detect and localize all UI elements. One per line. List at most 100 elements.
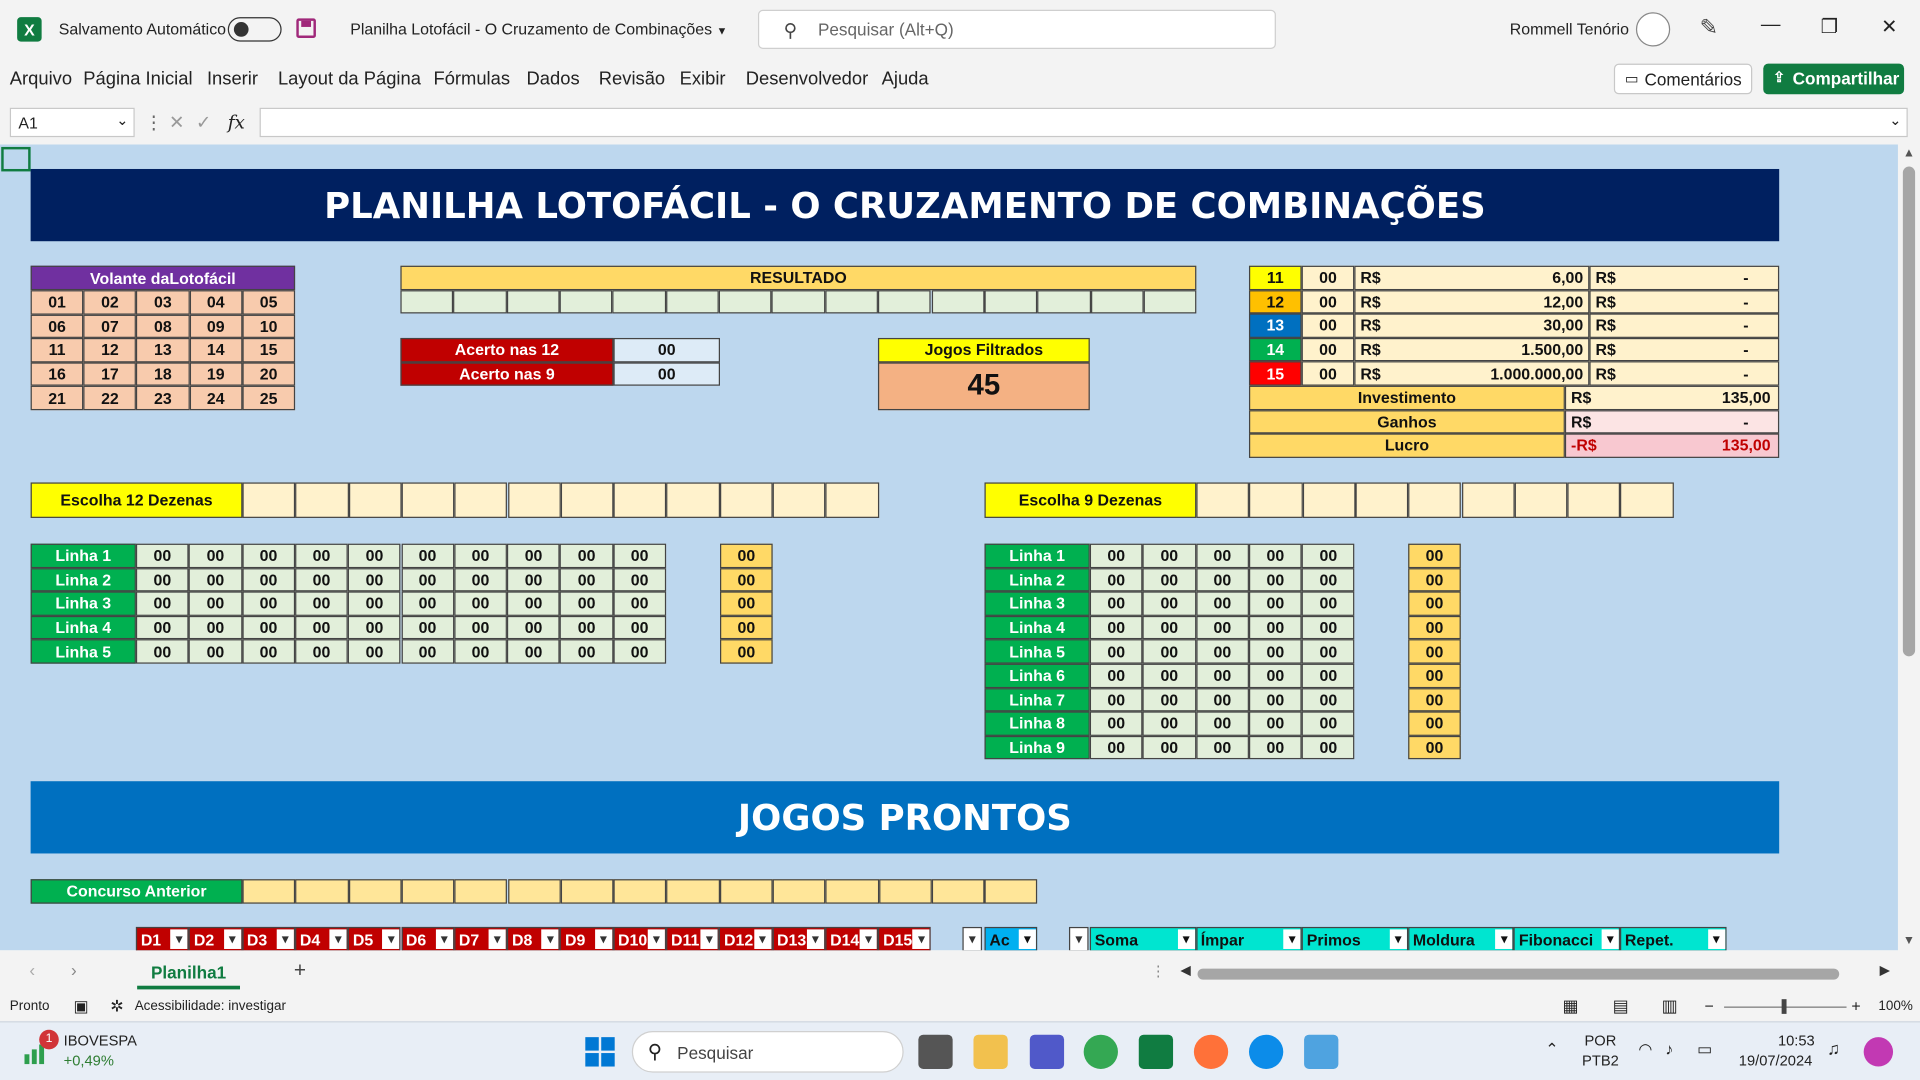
linha12-cell[interactable]: 00 [294, 543, 348, 568]
linha12-cell[interactable]: 00 [613, 615, 667, 640]
prize-count[interactable]: 00 [1301, 313, 1355, 338]
linha12-cell[interactable]: 00 [135, 615, 189, 640]
linha9-cell[interactable]: 00 [1195, 639, 1249, 664]
linha9-cell[interactable]: 00 [1142, 543, 1196, 568]
prize-count[interactable]: 00 [1301, 337, 1355, 362]
filter-dropdown-icon[interactable]: ▾ [647, 929, 665, 949]
escolha9-cell[interactable] [1249, 482, 1303, 518]
escolha9-cell[interactable] [1302, 482, 1356, 518]
linha9-cell[interactable]: 00 [1248, 711, 1302, 736]
column-header-ac[interactable]: Ac ▾ [984, 926, 1038, 951]
volante-number[interactable]: 03 [136, 290, 190, 315]
prize-value[interactable]: R$ 1.500,00 [1354, 337, 1590, 362]
language-primary[interactable]: POR [1584, 1032, 1616, 1049]
prize-value[interactable]: R$ 12,00 [1354, 289, 1590, 314]
linha12-cell[interactable]: 00 [613, 567, 667, 592]
linha9-cell[interactable]: 00 [1089, 567, 1143, 592]
prize-hits[interactable]: 12 [1248, 289, 1302, 314]
concurso-cell[interactable] [507, 879, 561, 904]
column-header-d6[interactable]: D6 ▾ [401, 926, 455, 951]
volante-number[interactable]: 17 [83, 362, 137, 387]
user-name[interactable]: Rommell Tenório [1510, 20, 1629, 38]
summary-label[interactable]: Investimento [1248, 385, 1565, 410]
escolha12-cell[interactable] [560, 482, 614, 518]
volante-number[interactable]: 21 [30, 386, 84, 411]
linha9-cell[interactable]: 00 [1142, 663, 1196, 688]
jogos-filtrados-value[interactable]: 45 [877, 361, 1090, 410]
linha9-cell[interactable]: 00 [1195, 543, 1249, 568]
formula-input[interactable]: ⌄ [259, 107, 1908, 138]
linha12-cell[interactable]: 00 [347, 567, 402, 592]
more-icon[interactable]: ⋮ [144, 111, 162, 134]
search-input[interactable]: ⚲ Pesquisar (Alt+Q) [757, 9, 1276, 49]
linha9-hits[interactable]: 00 [1408, 591, 1461, 616]
linha12-hits[interactable]: 00 [720, 591, 773, 616]
filter-dropdown-icon[interactable]: ▾ [753, 929, 771, 949]
concurso-cell[interactable] [613, 879, 667, 904]
document-title[interactable]: Planilha Lotofácil - O Cruzamento de Com… [350, 20, 727, 38]
resultado-cell[interactable] [931, 289, 985, 314]
escolha9-cell[interactable] [1620, 482, 1674, 518]
column-header-stat[interactable]: Repet. ▾ [1620, 926, 1727, 951]
volante-number[interactable]: 12 [83, 338, 137, 363]
linha9-cell[interactable]: 00 [1301, 687, 1355, 712]
linha9-cell[interactable]: 00 [1195, 711, 1249, 736]
prize-count[interactable]: 00 [1301, 289, 1355, 314]
menu-desenvolvedor[interactable]: Desenvolvedor [746, 69, 869, 90]
menu-exibir[interactable]: Exibir [680, 69, 726, 90]
linha12-cell[interactable]: 00 [560, 567, 614, 592]
filter-dropdown-icon[interactable]: ▾ [859, 929, 877, 949]
resultado-cell[interactable] [984, 289, 1038, 314]
volante-title[interactable]: Volante daLotofácil [30, 265, 296, 291]
resultado-cell[interactable] [453, 289, 507, 314]
concurso-cell[interactable] [348, 879, 402, 904]
linha12-cell[interactable]: 00 [347, 591, 402, 616]
volante-number[interactable]: 18 [136, 362, 190, 387]
filter-dropdown-icon[interactable]: ▾ [223, 929, 241, 949]
linha9-cell[interactable]: 00 [1089, 711, 1143, 736]
escolha12-cell[interactable] [825, 482, 879, 518]
resultado-cell[interactable] [506, 289, 560, 314]
cancel-icon[interactable]: ✕ [169, 111, 184, 134]
linha12-cell[interactable]: 00 [135, 591, 189, 616]
excel-taskbar-icon[interactable] [1138, 1034, 1174, 1069]
summary-label[interactable]: Ganhos [1248, 409, 1565, 434]
linha12-cell[interactable]: 00 [135, 543, 189, 568]
sheet-tab-planilha1[interactable]: Planilha1 [137, 958, 241, 990]
acerto9-label[interactable]: Acerto nas 9 [400, 361, 614, 386]
volume-icon[interactable]: ♪ [1665, 1040, 1673, 1058]
escolha12-label[interactable]: Escolha 12 Dezenas [30, 482, 243, 518]
volante-number[interactable]: 16 [30, 362, 84, 387]
filter-dropdown-icon[interactable]: ▾ [962, 926, 983, 951]
prev-sheet-icon[interactable]: ‹ [29, 960, 35, 980]
column-header-d13[interactable]: D13 ▾ [772, 926, 826, 951]
resultado-cell[interactable] [1090, 289, 1144, 314]
linha9-label[interactable]: Linha 6 [984, 663, 1090, 688]
filter-dropdown-icon[interactable]: ▾ [170, 929, 188, 949]
resultado-cell[interactable] [559, 289, 613, 314]
page-layout-icon[interactable]: ▤ [1613, 996, 1629, 1017]
linha12-cell[interactable]: 00 [188, 567, 242, 592]
prize-total[interactable]: R$ - [1589, 313, 1780, 338]
concurso-cell[interactable] [984, 879, 1038, 904]
linha12-cell[interactable]: 00 [135, 567, 189, 592]
linha12-cell[interactable]: 00 [560, 639, 614, 664]
concurso-cell[interactable] [295, 879, 349, 904]
linha9-label[interactable]: Linha 8 [984, 711, 1090, 736]
vertical-scrollbar[interactable]: ▲ ▼ [1897, 144, 1920, 951]
volante-number[interactable]: 15 [242, 338, 296, 363]
resultado-cell[interactable] [400, 289, 454, 314]
acerto12-label[interactable]: Acerto nas 12 [400, 337, 614, 362]
linha9-hits[interactable]: 00 [1408, 615, 1461, 640]
accessibility-icon[interactable]: ✲ [110, 997, 123, 1017]
linha9-cell[interactable]: 00 [1142, 711, 1196, 736]
clock-time[interactable]: 10:53 [1778, 1032, 1815, 1049]
column-header-d9[interactable]: D9 ▾ [560, 926, 614, 951]
escolha9-cell[interactable] [1461, 482, 1515, 518]
escolha12-cell[interactable] [507, 482, 561, 518]
column-header-d7[interactable]: D7 ▾ [454, 926, 508, 951]
filter-dropdown-icon[interactable]: ▾ [1068, 926, 1089, 951]
linha9-label[interactable]: Linha 2 [984, 567, 1090, 592]
prize-total[interactable]: R$ - [1589, 265, 1780, 290]
menu-dados[interactable]: Dados [527, 69, 580, 90]
